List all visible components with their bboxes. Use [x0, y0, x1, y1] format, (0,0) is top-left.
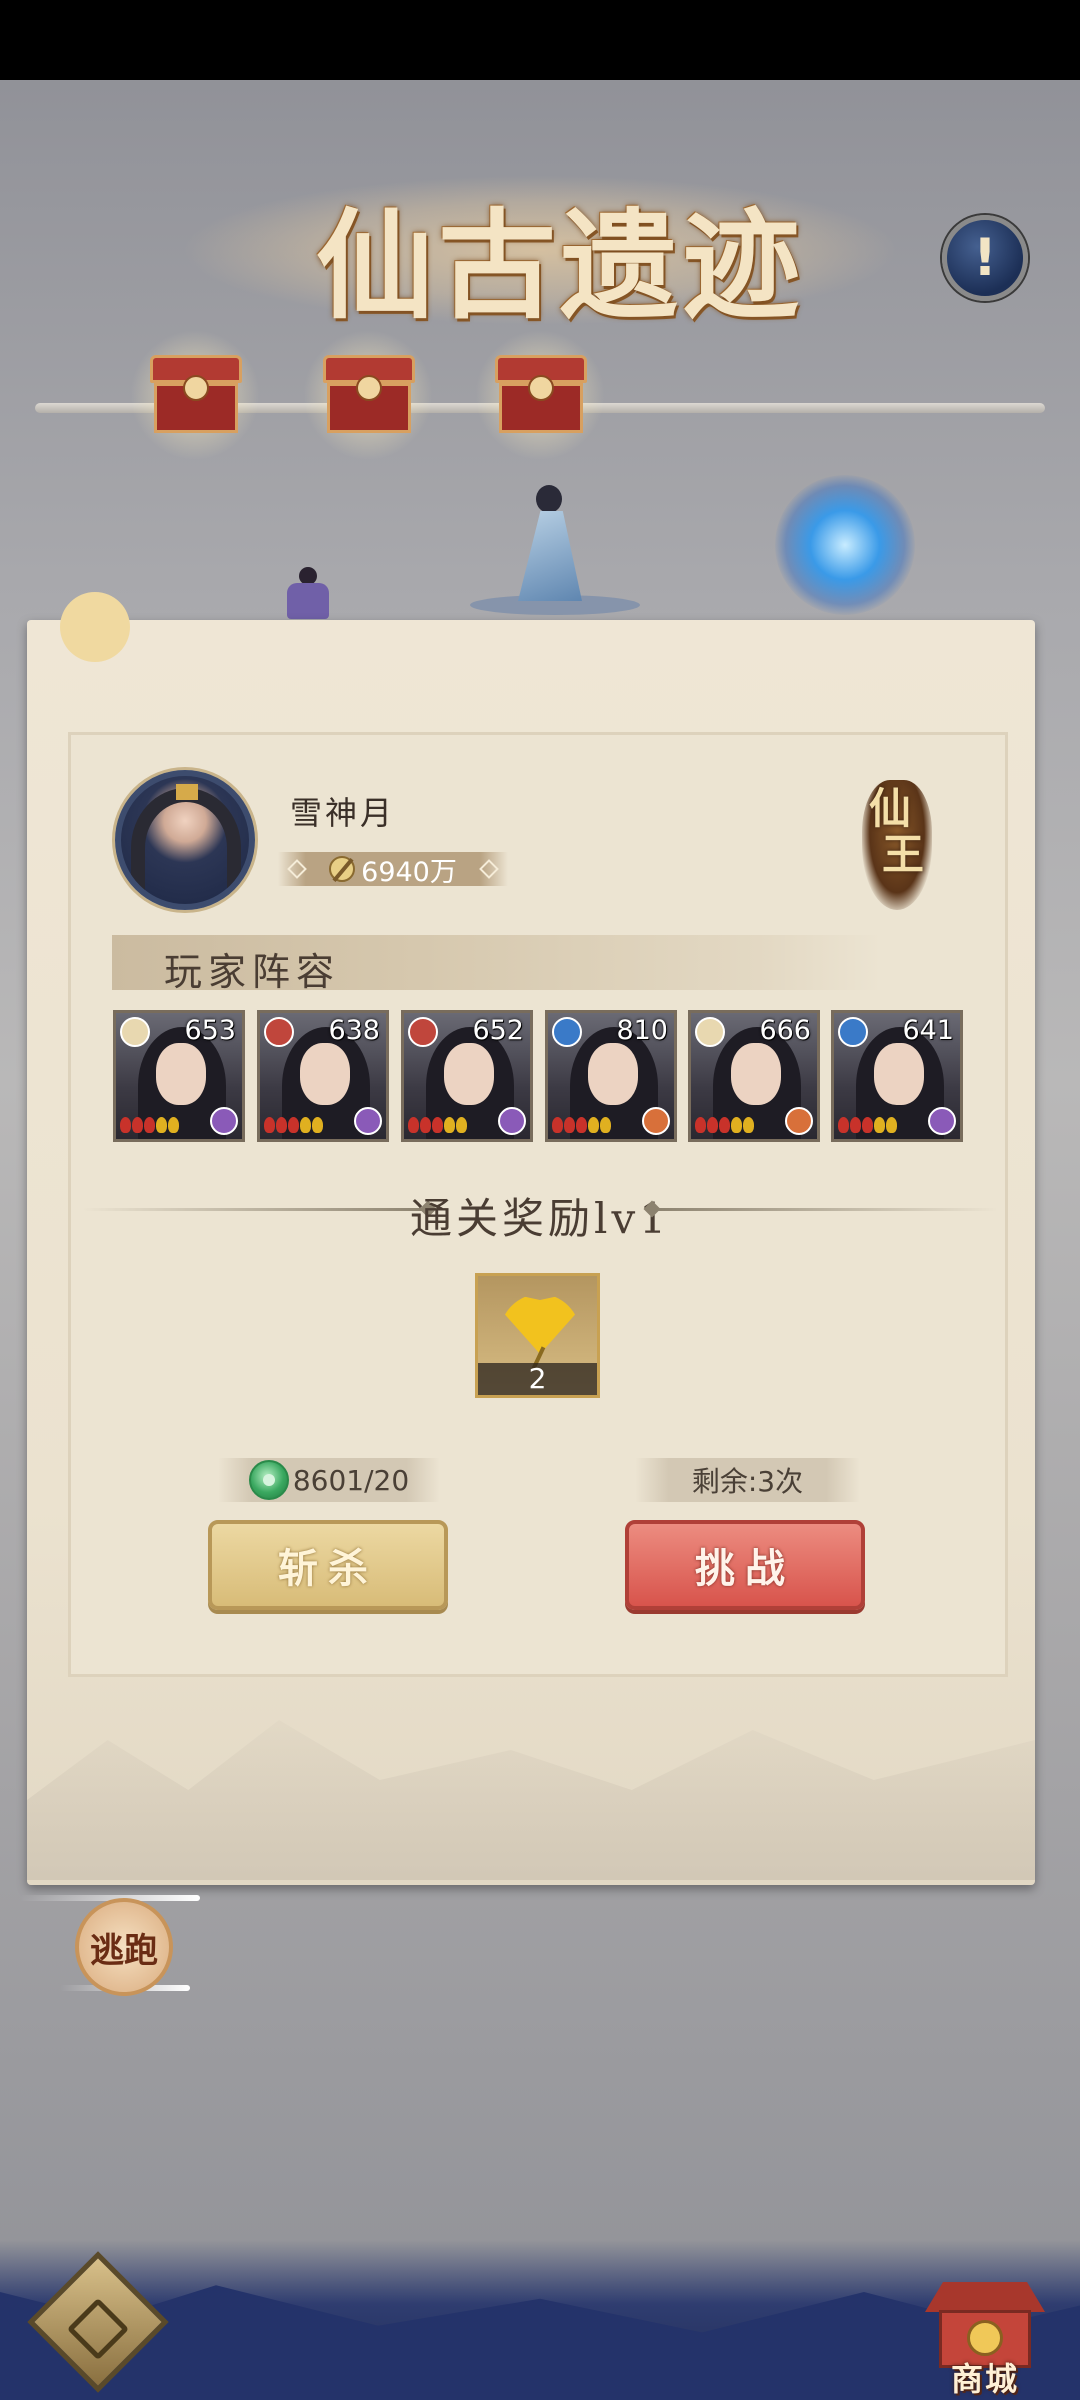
reward-item[interactable]: 2	[475, 1273, 600, 1398]
star-icon	[156, 1117, 167, 1133]
combat-power-icon	[329, 856, 356, 882]
star-icon	[276, 1117, 287, 1133]
hero-level: 810	[616, 1015, 668, 1046]
hero-card[interactable]: 638	[257, 1010, 389, 1142]
star-icon	[288, 1117, 299, 1133]
reward-item-count: 2	[478, 1363, 597, 1395]
shop-button[interactable]: 商城	[925, 2282, 1045, 2398]
challenge-button[interactable]: 挑战	[625, 1520, 865, 1610]
ginkgo-leaf-icon	[500, 1294, 580, 1354]
class-icon	[785, 1107, 813, 1135]
element-icon	[408, 1017, 438, 1047]
star-icon	[874, 1117, 885, 1133]
hero-level: 666	[759, 1015, 811, 1046]
star-icon	[588, 1117, 599, 1133]
class-icon	[354, 1107, 382, 1135]
star-icon	[862, 1117, 873, 1133]
treasure-chest-icon[interactable]	[323, 355, 415, 433]
star-icon	[731, 1117, 742, 1133]
class-icon	[928, 1107, 956, 1135]
info-button[interactable]: !	[942, 215, 1028, 301]
class-icon	[210, 1107, 238, 1135]
flee-button[interactable]: 逃跑	[75, 1898, 173, 1996]
hero-level: 638	[328, 1015, 380, 1046]
star-icon	[576, 1117, 587, 1133]
hero-level: 652	[472, 1015, 524, 1046]
hero-card[interactable]: 652	[401, 1010, 533, 1142]
shop-label: 商城	[950, 2360, 1019, 2398]
player-name: 雪神月	[290, 794, 396, 832]
star-icon	[850, 1117, 861, 1133]
class-icon	[498, 1107, 526, 1135]
star-icon	[168, 1117, 179, 1133]
hero-card[interactable]: 666	[688, 1010, 820, 1142]
sun-decoration	[60, 592, 130, 662]
star-rating	[264, 1117, 323, 1133]
star-rating	[120, 1117, 179, 1133]
star-icon	[408, 1117, 419, 1133]
star-icon	[743, 1117, 754, 1133]
blue-portal-orb	[775, 475, 915, 615]
star-icon	[264, 1117, 275, 1133]
star-icon	[719, 1117, 730, 1133]
element-icon	[838, 1017, 868, 1047]
hero-card[interactable]: 810	[545, 1010, 677, 1142]
class-icon	[642, 1107, 670, 1135]
star-icon	[456, 1117, 467, 1133]
hero-level: 653	[184, 1015, 236, 1046]
star-icon	[707, 1117, 718, 1133]
star-icon	[695, 1117, 706, 1133]
rank-badge: 仙 王	[862, 780, 932, 910]
element-icon	[552, 1017, 582, 1047]
exclamation-icon: !	[973, 228, 997, 288]
star-icon	[312, 1117, 323, 1133]
star-icon	[838, 1117, 849, 1133]
star-icon	[120, 1117, 131, 1133]
mountain-decoration	[27, 1720, 1035, 1880]
reward-title: 通关奖励lv1	[410, 1194, 670, 1243]
lineup-title: 玩家阵容	[164, 950, 341, 994]
combat-power-value: 6940万	[361, 856, 457, 888]
hero-card[interactable]: 653	[113, 1010, 245, 1142]
player-character	[510, 485, 590, 605]
star-icon	[132, 1117, 143, 1133]
treasure-chest-icon[interactable]	[150, 355, 242, 433]
star-rating	[552, 1117, 611, 1133]
star-icon	[564, 1117, 575, 1133]
star-icon	[300, 1117, 311, 1133]
status-bar	[0, 0, 1080, 80]
hero-card[interactable]: 641	[831, 1010, 963, 1142]
rank-badge-char: 王	[881, 830, 924, 879]
star-rating	[695, 1117, 754, 1133]
element-icon	[695, 1017, 725, 1047]
star-icon	[600, 1117, 611, 1133]
star-rating	[838, 1117, 897, 1133]
star-icon	[144, 1117, 155, 1133]
game-title: 仙古遗迹	[315, 196, 804, 335]
kill-button[interactable]: 斩杀	[208, 1520, 448, 1610]
coin-icon	[967, 2320, 1003, 2356]
player-avatar[interactable]	[115, 770, 255, 910]
lineup-header: 玩家阵容	[112, 935, 882, 994]
jade-token-icon	[248, 1460, 289, 1500]
star-icon	[444, 1117, 455, 1133]
treasure-chest-icon[interactable]	[495, 355, 587, 433]
remaining-attempts: 剩余:3次	[691, 1465, 804, 1498]
star-icon	[420, 1117, 431, 1133]
star-icon	[886, 1117, 897, 1133]
hero-level: 641	[902, 1015, 954, 1046]
remaining-plate: 剩余:3次	[635, 1458, 860, 1502]
cost-value: 8601/20	[292, 1463, 410, 1497]
star-icon	[552, 1117, 563, 1133]
element-icon	[264, 1017, 294, 1047]
power-plate: 6940万	[278, 852, 508, 888]
element-icon	[120, 1017, 150, 1047]
cost-plate: 8601/20	[218, 1458, 440, 1502]
star-icon	[432, 1117, 443, 1133]
rank-badge-char: 仙	[868, 784, 911, 833]
star-rating	[408, 1117, 467, 1133]
reward-title-row: 通关奖励lv1	[70, 1185, 1010, 1243]
npc-figure	[283, 567, 333, 619]
